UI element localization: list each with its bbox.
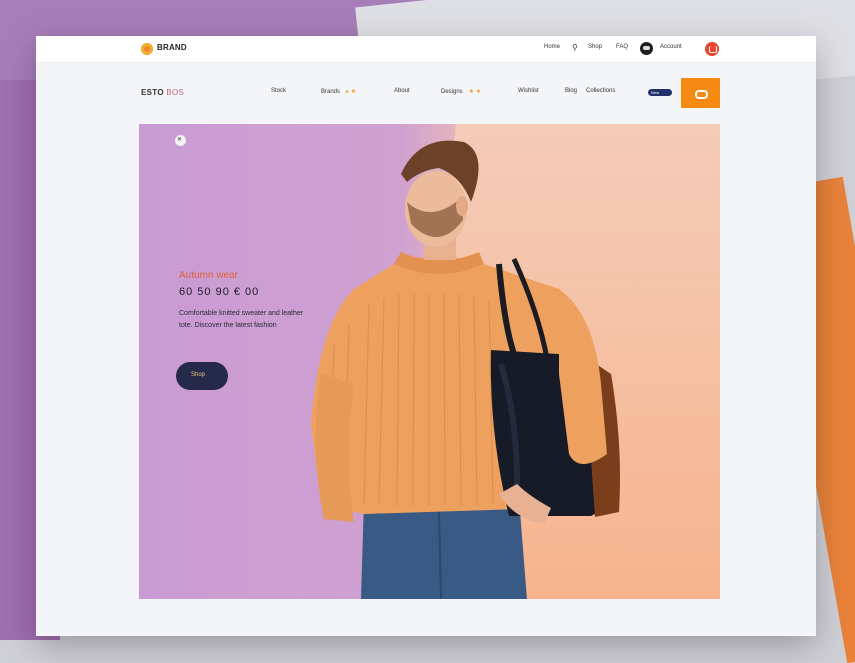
close-icon[interactable]: ✕ <box>175 135 186 146</box>
nav-item-stock[interactable]: Stock <box>271 88 286 94</box>
nav-item-label: Designs <box>441 89 463 95</box>
account-link[interactable]: Account <box>660 44 682 50</box>
shop-now-label: Shop <box>191 372 206 378</box>
hero-price: 60 50 90 € 00 <box>179 286 260 298</box>
site-brand[interactable]: ESTO BOS <box>141 88 184 97</box>
logo-text[interactable]: BRAND <box>157 43 187 52</box>
brand-accent: BOS <box>166 88 185 97</box>
browser-window: BRAND Home ⚲ Shop FAQ Account ESTO BOS S… <box>36 36 816 636</box>
new-badge[interactable]: New <box>648 89 672 96</box>
top-link-shop[interactable]: Shop <box>588 44 602 50</box>
hero-eyebrow: Autumn wear <box>179 270 238 281</box>
top-link-home[interactable]: Home <box>544 44 560 50</box>
chevron-down-icon: ▸ ★ <box>346 89 357 95</box>
top-bar: BRAND Home ⚲ Shop FAQ Account <box>36 36 816 63</box>
model-photo <box>311 140 620 599</box>
search-button[interactable] <box>681 78 720 108</box>
nav-item-blog[interactable]: Blog <box>565 88 577 94</box>
nav-item-collections[interactable]: Collections <box>586 88 615 94</box>
avatar-icon[interactable] <box>640 42 653 55</box>
nav-item-brands[interactable]: Brands ▸ ★ <box>321 88 356 95</box>
logo-icon[interactable] <box>141 43 153 55</box>
nav-item-about[interactable]: About <box>394 88 410 94</box>
hero-description: Comfortable knitted sweater and leather … <box>179 310 304 329</box>
top-link-faq[interactable]: FAQ <box>616 44 628 50</box>
nav-item-label: Brands <box>321 89 341 95</box>
brand-main: ESTO <box>141 88 164 97</box>
badge-label: New <box>651 90 660 95</box>
search-icon[interactable]: ⚲ <box>572 43 578 52</box>
shop-now-button[interactable]: Shop <box>176 362 228 390</box>
star-icon: ★ ★ <box>468 89 482 95</box>
nav-item-designs[interactable]: Designs ★ ★ <box>441 88 481 95</box>
bag-icon[interactable] <box>705 42 719 56</box>
hero-banner: ✕ Autumn wear 60 50 90 € 00 Comfortable … <box>139 124 720 599</box>
nav-item-wishlist[interactable]: Wishlist <box>518 88 539 94</box>
